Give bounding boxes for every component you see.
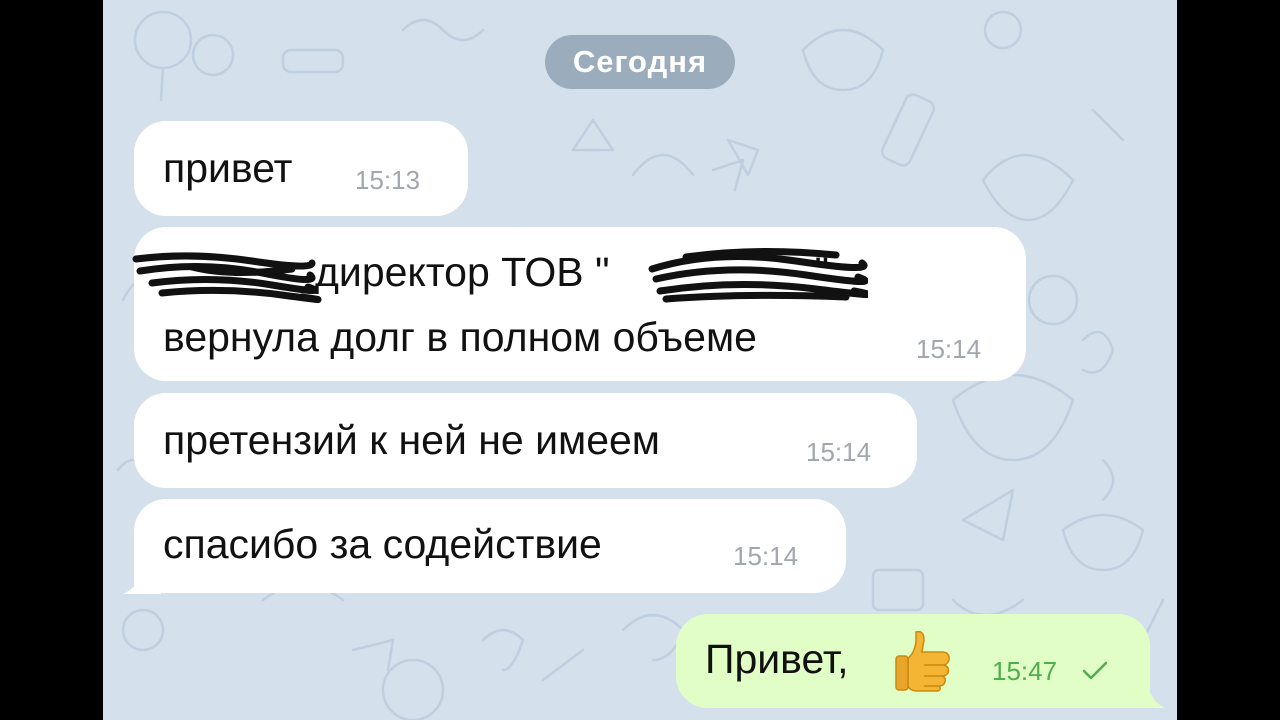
message-text: спасибо за содействие — [163, 521, 602, 567]
message-text-line: вернула долг в полном объеме — [163, 314, 757, 360]
outgoing-message[interactable]: Привет, 15:47 — [676, 614, 1150, 708]
incoming-message[interactable]: привет 15:13 — [134, 121, 468, 216]
message-time: 15:47 — [992, 656, 1058, 686]
message-time: 15:13 — [355, 165, 421, 195]
message-time: 15:14 — [916, 334, 982, 364]
date-separator: Сегодня — [545, 35, 735, 89]
thumbs-up-icon — [895, 630, 950, 692]
message-text: Привет, — [705, 636, 849, 682]
incoming-message[interactable]: директор ТОВ " " вернула долг в полном об… — [132, 227, 1026, 381]
message-time: 15:14 — [806, 437, 872, 467]
incoming-message[interactable]: претензий к ней не имеем 15:14 — [134, 393, 917, 488]
message-text: привет — [163, 145, 293, 191]
redaction-scribble — [648, 247, 868, 303]
message-text-part: директор ТОВ " — [315, 249, 610, 295]
incoming-message[interactable]: спасибо за содействие 15:14 — [134, 499, 846, 593]
sent-check-icon — [1082, 661, 1108, 680]
chat-screen: Сегодня привет 15:13 директор ТОВ " " вер… — [103, 0, 1177, 720]
message-time: 15:14 — [733, 541, 799, 571]
redaction-scribble — [132, 252, 322, 304]
message-text: претензий к ней не имеем — [163, 417, 660, 463]
